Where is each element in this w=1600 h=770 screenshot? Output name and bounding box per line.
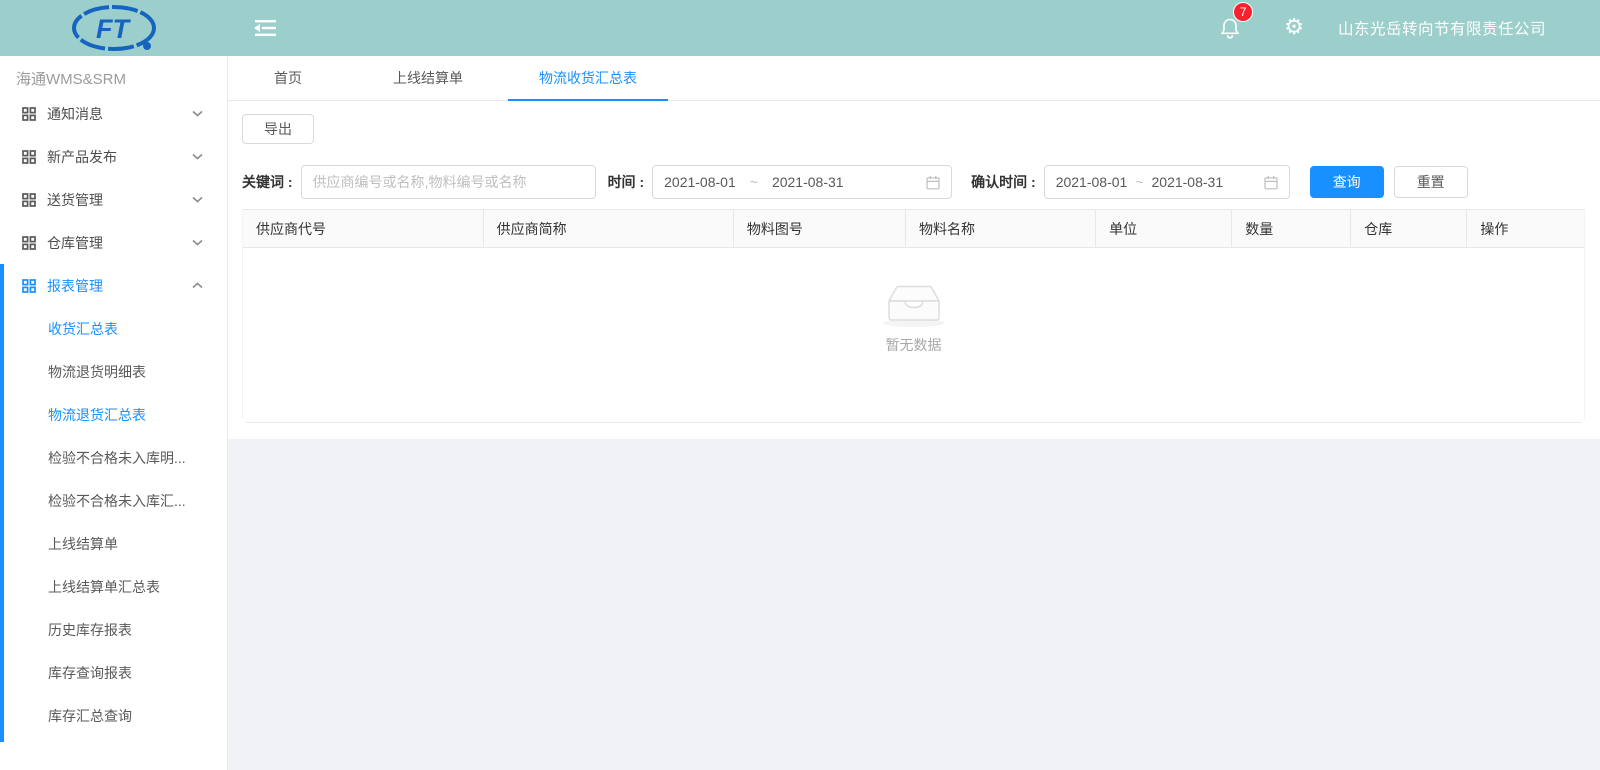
reset-button[interactable]: 重置 bbox=[1394, 166, 1468, 198]
submenu-label: 上线结算单 bbox=[48, 534, 118, 554]
tab-logistics-receipt-summary[interactable]: 物流收货汇总表 bbox=[508, 56, 668, 101]
appstore-icon bbox=[22, 193, 36, 207]
chevron-down-icon bbox=[192, 196, 203, 203]
column-header-warehouse: 仓库 bbox=[1351, 210, 1467, 248]
chevron-down-icon bbox=[192, 110, 203, 117]
submenu-label: 库存汇总查询 bbox=[48, 706, 132, 726]
column-header-unit: 单位 bbox=[1096, 210, 1232, 248]
sidebar-sub-logistics-return-summary[interactable]: 物流退货汇总表 bbox=[0, 393, 227, 436]
keyword-input[interactable] bbox=[301, 165, 596, 199]
sidebar-sub-inventory-query-report[interactable]: 库存查询报表 bbox=[0, 651, 227, 694]
confirm-end-value: 2021-08-31 bbox=[1152, 174, 1224, 190]
sidebar-item-label: 通知消息 bbox=[47, 104, 192, 124]
sidebar-sub-logistics-return-detail[interactable]: 物流退货明细表 bbox=[0, 350, 227, 393]
sidebar-item-warehouse[interactable]: 仓库管理 bbox=[0, 221, 227, 264]
menu-fold-icon[interactable] bbox=[252, 18, 278, 38]
time-end-value: 2021-08-31 bbox=[772, 174, 844, 190]
empty-state: 暂无数据 bbox=[243, 248, 1584, 422]
submenu-label: 收货汇总表 bbox=[48, 319, 118, 339]
brand-title: 海通WMS&SRM bbox=[0, 56, 227, 92]
sidebar-item-new-product[interactable]: 新产品发布 bbox=[0, 135, 227, 178]
export-button[interactable]: 导出 bbox=[242, 114, 314, 144]
chevron-up-icon bbox=[192, 282, 203, 289]
column-header-supplier-code: 供应商代号 bbox=[243, 210, 483, 248]
sidebar-item-label: 仓库管理 bbox=[47, 233, 192, 253]
confirm-time-label: 确认时间 : bbox=[971, 172, 1036, 192]
sidebar-sub-inspection-fail-summary[interactable]: 检验不合格未入库汇... bbox=[0, 479, 227, 522]
company-logo: FT bbox=[54, 3, 176, 53]
main-area: 首页 上线结算单 物流收货汇总表 导出 关键词 : 时间 : 2021-08-0… bbox=[228, 56, 1600, 770]
app-window: FT 7 ⚙ 山东光岳转向节有限责任公司 海通WMS&SRM bbox=[0, 0, 1600, 770]
chevron-down-icon bbox=[192, 239, 203, 246]
sidebar-item-label: 送货管理 bbox=[47, 190, 192, 210]
active-section-indicator bbox=[0, 264, 4, 742]
range-separator: ~ bbox=[750, 174, 758, 190]
content-card: 首页 上线结算单 物流收货汇总表 导出 关键词 : 时间 : 2021-08-0… bbox=[228, 56, 1600, 439]
submenu-label: 物流退货汇总表 bbox=[48, 405, 146, 425]
empty-box-icon bbox=[881, 280, 947, 327]
time-label: 时间 : bbox=[608, 172, 645, 192]
column-header-material-name: 物料名称 bbox=[905, 210, 1095, 248]
submenu-label: 检验不合格未入库汇... bbox=[48, 491, 186, 511]
search-button[interactable]: 查询 bbox=[1310, 166, 1384, 198]
sidebar-sub-online-settlement[interactable]: 上线结算单 bbox=[0, 522, 227, 565]
submenu-label: 库存查询报表 bbox=[48, 663, 132, 683]
company-name: 山东光岳转向节有限责任公司 bbox=[1338, 17, 1546, 39]
sidebar-item-label: 新产品发布 bbox=[47, 147, 192, 167]
sidebar-item-notifications[interactable]: 通知消息 bbox=[0, 92, 227, 135]
tab-online-settlement[interactable]: 上线结算单 bbox=[348, 56, 508, 101]
toolbar: 导出 bbox=[228, 101, 1600, 144]
calendar-icon bbox=[1264, 175, 1278, 190]
sidebar-sub-online-settlement-summary[interactable]: 上线结算单汇总表 bbox=[0, 565, 227, 608]
svg-text:FT: FT bbox=[96, 14, 131, 44]
submenu-label: 物流退货明细表 bbox=[48, 362, 146, 382]
time-range-picker[interactable]: 2021-08-01 ~ 2021-08-31 bbox=[652, 165, 952, 199]
tab-home[interactable]: 首页 bbox=[228, 56, 348, 101]
column-header-quantity: 数量 bbox=[1232, 210, 1351, 248]
settings-gear-icon[interactable]: ⚙ bbox=[1284, 17, 1304, 39]
chevron-down-icon bbox=[192, 153, 203, 160]
sidebar-sub-inventory-summary-query[interactable]: 库存汇总查询 bbox=[0, 694, 227, 737]
sidebar-item-label: 报表管理 bbox=[47, 276, 192, 296]
column-header-material-drawing-no: 物料图号 bbox=[733, 210, 905, 248]
header-actions: 7 ⚙ 山东光岳转向节有限责任公司 bbox=[1218, 0, 1546, 56]
sidebar-item-reports[interactable]: 报表管理 bbox=[0, 264, 227, 307]
column-header-supplier-short-name: 供应商简称 bbox=[483, 210, 733, 248]
appstore-icon bbox=[22, 279, 36, 293]
range-separator: ~ bbox=[1135, 174, 1143, 190]
top-header: FT 7 ⚙ 山东光岳转向节有限责任公司 bbox=[0, 0, 1600, 56]
sidebar: 海通WMS&SRM 通知消息 新产品发布 送货管理 仓库管理 报表管理 收货汇总… bbox=[0, 56, 228, 770]
results-table: 供应商代号 供应商简称 物料图号 物料名称 单位 数量 仓库 操作 bbox=[242, 209, 1585, 423]
confirm-time-range-picker[interactable]: 2021-08-01 ~ 2021-08-31 bbox=[1044, 165, 1290, 199]
calendar-icon bbox=[926, 175, 940, 190]
appstore-icon bbox=[22, 236, 36, 250]
time-start-value: 2021-08-01 bbox=[664, 174, 736, 190]
filter-bar: 关键词 : 时间 : 2021-08-01 ~ 2021-08-31 确认时间 … bbox=[242, 165, 1586, 199]
keyword-label: 关键词 : bbox=[242, 172, 293, 192]
tab-bar: 首页 上线结算单 物流收货汇总表 bbox=[228, 56, 1600, 101]
notifications-bell[interactable]: 7 bbox=[1218, 15, 1242, 41]
confirm-start-value: 2021-08-01 bbox=[1056, 174, 1128, 190]
submenu-label: 检验不合格未入库明... bbox=[48, 448, 186, 468]
submenu-label: 上线结算单汇总表 bbox=[48, 577, 160, 597]
sidebar-sub-history-inventory-report[interactable]: 历史库存报表 bbox=[0, 608, 227, 651]
submenu-label: 历史库存报表 bbox=[48, 620, 132, 640]
notification-badge: 7 bbox=[1234, 3, 1252, 21]
sidebar-sub-inspection-fail-detail[interactable]: 检验不合格未入库明... bbox=[0, 436, 227, 479]
table-header-row: 供应商代号 供应商简称 物料图号 物料名称 单位 数量 仓库 操作 bbox=[243, 210, 1584, 248]
empty-text: 暂无数据 bbox=[886, 335, 942, 355]
column-header-actions: 操作 bbox=[1467, 210, 1584, 248]
sidebar-sub-receipt-summary[interactable]: 收货汇总表 bbox=[0, 307, 227, 350]
appstore-icon bbox=[22, 150, 36, 164]
logo-icon: FT bbox=[54, 3, 176, 53]
sidebar-item-delivery[interactable]: 送货管理 bbox=[0, 178, 227, 221]
appstore-icon bbox=[22, 107, 36, 121]
